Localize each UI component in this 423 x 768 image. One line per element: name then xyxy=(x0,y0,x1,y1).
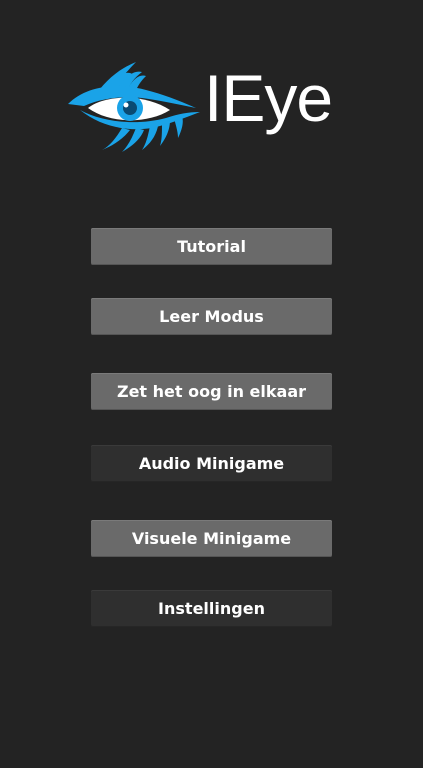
audio-minigame-button[interactable]: Audio Minigame xyxy=(91,445,332,482)
visuele-minigame-button[interactable]: Visuele Minigame xyxy=(91,520,332,557)
app-logo: IEye xyxy=(66,56,356,156)
leer-modus-button[interactable]: Leer Modus xyxy=(91,298,332,335)
zet-het-oog-in-elkaar-button[interactable]: Zet het oog in elkaar xyxy=(91,373,332,410)
eye-icon xyxy=(68,62,200,152)
tutorial-button[interactable]: Tutorial xyxy=(91,228,332,265)
instellingen-button[interactable]: Instellingen xyxy=(91,590,332,627)
app-title: IEye xyxy=(204,61,333,135)
